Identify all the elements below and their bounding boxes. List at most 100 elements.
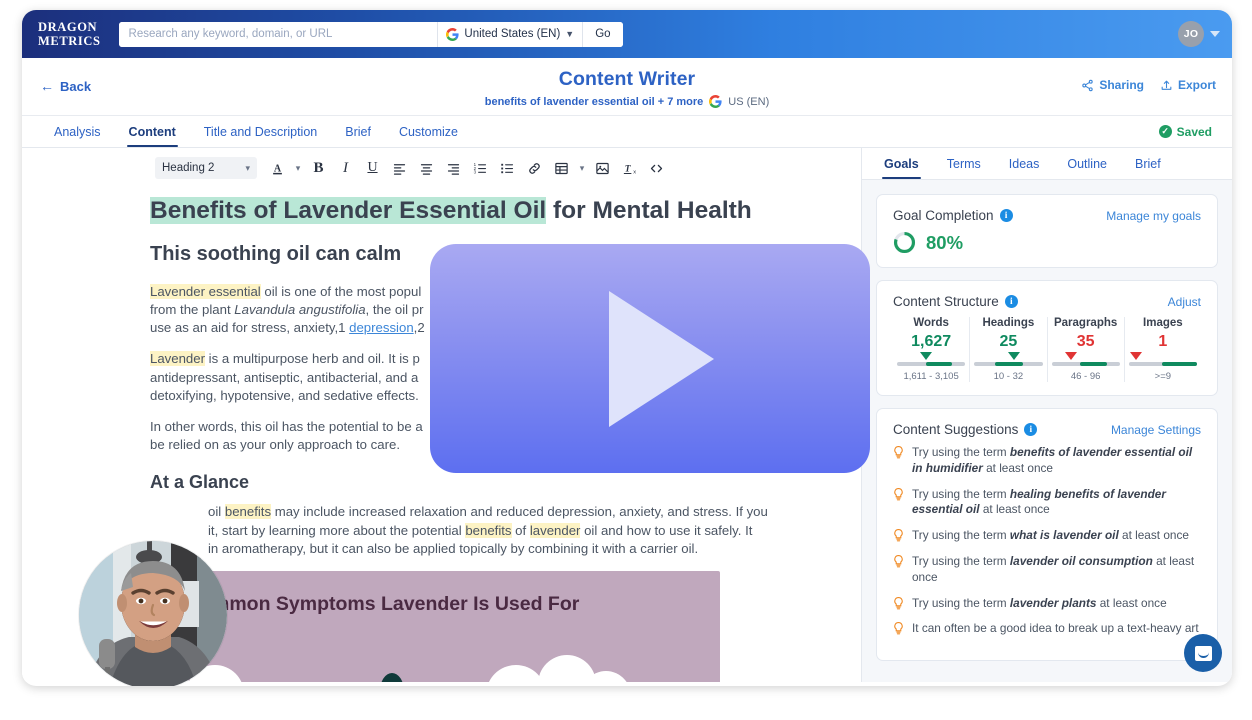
ordered-list-icon[interactable]: 123: [468, 156, 493, 181]
google-icon: [446, 27, 459, 41]
doc-p1-link-depression[interactable]: depression: [349, 320, 414, 335]
search-locale-label: United States (EN): [464, 28, 561, 40]
doc-image-caption: Common Symptoms Lavender Is Used For: [186, 593, 580, 616]
search-input[interactable]: [118, 21, 438, 47]
clear-format-icon[interactable]: Tx: [617, 156, 642, 181]
link-icon[interactable]: [522, 156, 547, 181]
chat-widget-button[interactable]: [1184, 634, 1222, 672]
metric-bar: [1128, 362, 1197, 366]
metric-marker: [974, 352, 1042, 361]
doc-p1-text-g: ,2: [413, 320, 425, 336]
app-window: DRAGON METRICS United States (EN) ▼ Go J…: [22, 10, 1232, 686]
bullet-list-icon[interactable]: [495, 156, 520, 181]
list-item[interactable]: Try using the term healing benefits of l…: [893, 487, 1201, 519]
suggestion-pre: Try using the term: [912, 595, 1010, 610]
table-chevron-down-icon[interactable]: ▾: [576, 163, 588, 174]
structure-card-title-group: Content Structure i: [893, 294, 1018, 309]
export-button[interactable]: Export: [1160, 78, 1216, 92]
doc-image-block[interactable]: Common Symptoms Lavender Is Used For: [150, 571, 720, 682]
structure-card-title: Content Structure: [893, 294, 999, 309]
list-item[interactable]: It can often be a good idea to break up …: [893, 621, 1201, 637]
list-item[interactable]: Try using the term lavender plants at le…: [893, 596, 1201, 612]
align-center-icon[interactable]: [414, 156, 439, 181]
text-color-icon[interactable]: A: [265, 156, 290, 181]
sidebar-tab-goals[interactable]: Goals: [870, 148, 933, 179]
info-icon[interactable]: i: [1024, 423, 1038, 436]
list-item[interactable]: Try using the term what is lavender oil …: [893, 528, 1201, 544]
goal-progress-row: 80%: [893, 231, 1201, 254]
suggestion-pre: Try using the term: [912, 445, 1010, 459]
doc-p4-text-a: oil: [208, 504, 225, 520]
goal-card-title: Goal Completion: [893, 208, 994, 223]
lightbulb-icon: [894, 487, 903, 500]
goal-card-header: Goal Completion i Manage my goals: [893, 208, 1201, 223]
lightbulb-icon: [894, 529, 903, 542]
suggestion-pre: Try using the term: [912, 486, 1010, 501]
manage-my-goals-link[interactable]: Manage my goals: [1106, 209, 1201, 223]
sharing-label: Sharing: [1099, 78, 1144, 92]
list-item[interactable]: Try using the term benefits of lavender …: [893, 445, 1201, 477]
sidebar-tabbar: Goals Terms Ideas Outline Brief: [862, 148, 1232, 180]
doc-heading-1-rest: for Mental Health: [546, 197, 752, 224]
structure-card-header: Content Structure i Adjust: [893, 294, 1201, 309]
lightbulb-icon: [894, 554, 903, 568]
tab-customize[interactable]: Customize: [385, 116, 472, 147]
structure-metrics-grid: Words 1,627 1,611 - 3,105 Headings 25 10…: [893, 317, 1201, 382]
tab-analysis[interactable]: Analysis: [40, 116, 115, 147]
presenter-webcam-circle: [79, 541, 227, 686]
doc-heading-1: Benefits of Lavender Essential Oil for M…: [150, 196, 801, 227]
doc-p4-text-d: of: [511, 522, 530, 538]
suggestion-pre: Try using the term: [912, 553, 1010, 568]
arrow-left-icon: ←: [40, 78, 54, 94]
page-header: ← Back Content Writer benefits of lavend…: [22, 58, 1232, 116]
info-icon[interactable]: i: [1004, 295, 1018, 308]
format-select[interactable]: Heading 2 ▾: [155, 157, 257, 179]
align-right-icon[interactable]: [441, 156, 466, 181]
adjust-link[interactable]: Adjust: [1168, 295, 1201, 309]
tab-content[interactable]: Content: [115, 116, 190, 147]
doc-p4-highlight-2: benefits: [465, 522, 512, 538]
tab-brief[interactable]: Brief: [331, 116, 385, 147]
suggestion-post: at least once: [979, 502, 1050, 517]
google-icon-small: [709, 95, 722, 108]
suggestion-term: lavender plants: [1009, 595, 1097, 610]
play-button-overlay[interactable]: [430, 244, 870, 473]
sidebar-tab-brief[interactable]: Brief: [1121, 148, 1175, 179]
list-item[interactable]: Try using the term lavender oil consumpt…: [893, 554, 1201, 586]
goal-progress-ring-icon: [893, 231, 916, 254]
suggestion-post: at least once: [982, 460, 1053, 475]
sidebar-tab-outline[interactable]: Outline: [1053, 148, 1121, 179]
doc-p2-highlight: Lavender: [150, 351, 205, 367]
tab-title-and-description[interactable]: Title and Description: [190, 116, 331, 147]
suggestions-list: Try using the term benefits of lavender …: [893, 445, 1201, 637]
chat-icon: [1194, 645, 1212, 661]
search-locale-selector[interactable]: United States (EN) ▼: [437, 21, 582, 47]
doc-p1-text-e: , the oil pr: [365, 301, 424, 317]
metric-label: Words: [913, 317, 949, 329]
image-icon[interactable]: [590, 156, 615, 181]
chevron-down-icon: ▼: [565, 29, 575, 39]
bold-icon[interactable]: B: [306, 156, 331, 181]
align-left-icon[interactable]: [387, 156, 412, 181]
underline-icon[interactable]: U: [360, 156, 385, 181]
doc-p3-text-a: In other words, this oil has the potenti…: [150, 418, 423, 434]
avatar[interactable]: JO: [1178, 21, 1204, 47]
info-icon[interactable]: i: [999, 209, 1013, 222]
sharing-button[interactable]: Sharing: [1081, 78, 1144, 92]
sidebar-tab-ideas[interactable]: Ideas: [995, 148, 1054, 179]
text-color-chevron-down-icon[interactable]: ▾: [292, 163, 304, 174]
search-go-button[interactable]: Go: [582, 21, 623, 47]
dragon-metrics-logo[interactable]: DRAGON METRICS: [38, 21, 101, 48]
account-chevron-down-icon[interactable]: [1210, 31, 1220, 37]
page-subtitle-keywords[interactable]: benefits of lavender essential oil + 7 m…: [485, 96, 704, 108]
suggestion-term: what is lavender oil: [1009, 528, 1119, 543]
format-select-value: Heading 2: [162, 162, 215, 174]
code-icon[interactable]: [644, 156, 669, 181]
back-button[interactable]: ← Back: [40, 78, 91, 94]
share-icon: [1082, 79, 1094, 91]
manage-settings-link[interactable]: Manage Settings: [1111, 423, 1201, 437]
italic-icon[interactable]: I: [333, 156, 358, 181]
doc-p1-text-b: oil is one of the most popul: [260, 283, 422, 299]
sidebar-tab-terms[interactable]: Terms: [933, 148, 995, 179]
table-icon[interactable]: [549, 156, 574, 181]
